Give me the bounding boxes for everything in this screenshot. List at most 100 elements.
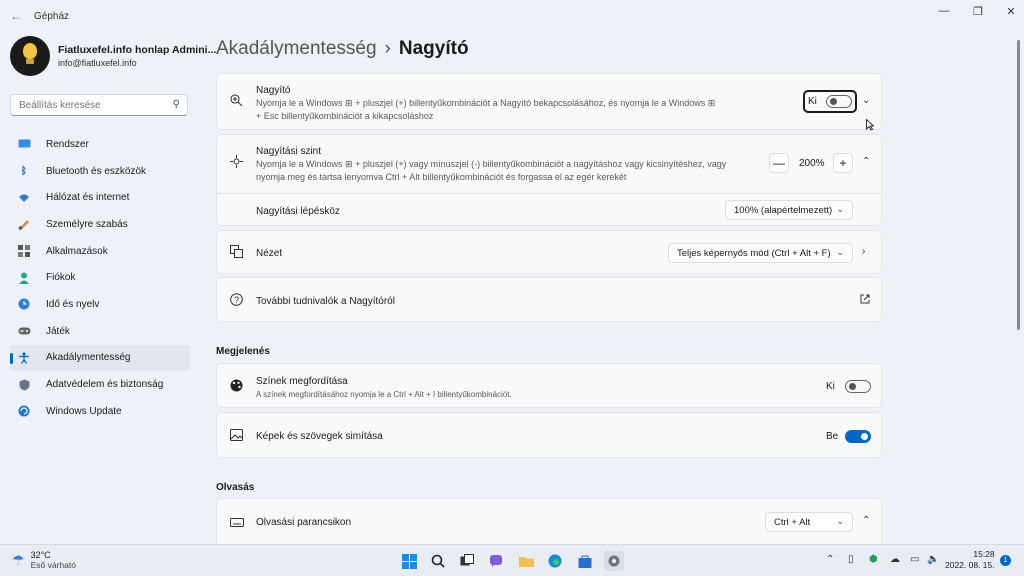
lightbulb-icon [23,43,37,59]
sidebar-item-windows-update[interactable]: Windows Update [10,398,190,425]
chevron-down-icon[interactable]: ⌄ [862,95,870,106]
palette-icon [230,379,243,395]
zoom-title: Nagyítási szint [256,146,322,157]
update-icon [17,404,31,418]
view-value: Teljes képernyős mód (Ctrl + Alt + F) [677,247,831,259]
system-clock[interactable]: 15:28 2022. 08. 15. [945,549,995,571]
sidebar-item-label: Hálózat és internet [46,192,130,204]
chevron-up-icon[interactable]: ⌃ [862,156,870,167]
chat-icon[interactable] [486,551,506,571]
cloud-icon[interactable]: ☁ [890,554,900,565]
reading-dropdown[interactable]: Ctrl + Alt ⌄ [765,512,853,532]
invert-colors-setting[interactable]: Színek megfordítása A színek megfordítás… [216,363,882,408]
sidebar-item-label: Alkalmazások [46,245,108,257]
magnifier-setting[interactable]: Nagyító Nyomja le a Windows ⊞ + pluszjel… [216,73,882,130]
focus-outline [803,90,857,113]
chevron-up-icon[interactable]: ⌃ [826,554,834,565]
sidebar-item-label: Idő és nyelv [46,298,100,310]
weather-description: Eső várható [30,560,76,570]
increment-label: Nagyítási lépésköz [256,206,340,217]
gamepad-icon [17,324,31,338]
close-button[interactable]: ✕ [1000,5,1022,18]
settings-search[interactable]: ⚲ [10,94,188,116]
clock-date: 2022. 08. 15. [945,560,995,570]
sidebar-item-label: Akadálymentesség [46,352,131,364]
notification-badge[interactable]: 1 [1000,555,1011,566]
chevron-up-icon[interactable]: ⌃ [862,515,870,526]
file-explorer-icon[interactable] [516,551,536,571]
sidebar-item-accounts[interactable]: Fiókok [10,264,190,291]
chevron-down-icon: ⌄ [836,516,844,526]
sidebar-item-label: Adatvédelem és biztonság [46,379,164,391]
sidebar-item-personalization[interactable]: Személyre szabás [10,211,190,238]
magnifier-title: Nagyító [256,85,291,96]
bluetooth-icon: ᛒ [21,165,27,177]
sidebar-item-apps[interactable]: Alkalmazások [10,238,190,265]
search-icon[interactable]: ⚲ [173,99,180,110]
scrollbar[interactable] [1017,40,1020,330]
breadcrumb-parent[interactable]: Akadálymentesség [216,38,377,59]
back-arrow-icon[interactable]: ← [10,9,22,23]
usb-icon[interactable]: ▯ [848,554,854,565]
help-icon: ? [230,293,243,309]
sidebar-item-label: Windows Update [46,405,122,417]
smoothing-title: Képek és szövegek simítása [256,431,383,442]
settings-gear-icon[interactable] [604,551,624,571]
invert-desc: A színek megfordításához nyomja le a Ctr… [256,390,512,399]
zoom-move-icon [230,155,243,171]
sidebar-item-label: Játék [46,325,70,337]
security-icon[interactable]: ⬢ [869,554,878,565]
zoom-in-button[interactable]: + [833,153,853,173]
reading-shortcut-setting[interactable]: Olvasási parancsikon Ctrl + Alt ⌄ ⌃ [216,498,882,544]
chevron-down-icon: ⌄ [836,204,844,214]
network-icon[interactable]: ▭ [910,554,919,565]
minimize-button[interactable]: — [933,5,955,17]
maximize-button[interactable]: ❐ [967,5,989,18]
invert-toggle[interactable] [845,380,871,393]
store-icon[interactable] [575,551,595,571]
sidebar-item-accessibility[interactable]: Akadálymentesség [10,344,190,372]
smoothing-toggle-label: Be [826,431,839,442]
chevron-down-icon: ⌄ [836,247,844,257]
avatar [10,36,50,76]
chevron-right-icon[interactable]: › [862,246,865,257]
sidebar-item-label: Személyre szabás [46,218,128,230]
sidebar-item-gaming[interactable]: Játék [10,318,190,345]
reading-value: Ctrl + Alt [774,516,811,528]
volume-icon[interactable]: 🔈 [927,554,939,565]
search-icon[interactable] [428,551,448,571]
increment-value: 100% (alapértelmezett) [734,204,833,216]
section-appearance: Megjelenés [216,346,270,357]
magnifier-zoom-icon [230,94,243,110]
search-input[interactable] [11,95,161,115]
smoothing-setting[interactable]: Képek és szövegek simítása Be [216,412,882,458]
shield-icon [17,378,31,392]
view-dropdown[interactable]: Teljes képernyős mód (Ctrl + Alt + F) ⌄ [668,243,853,263]
view-setting[interactable]: Nézet Teljes képernyős mód (Ctrl + Alt +… [216,230,882,274]
profile-email: info@fiatluxefel.info [58,58,137,68]
taskbar: ☂ 32°C Eső várható ⌃ ▯ ⬢ ☁ ▭ 🔈 15:28 202… [0,544,1024,576]
sidebar-item-system[interactable]: Rendszer [10,131,190,158]
sidebar-item-time-language[interactable]: Idő és nyelv [10,291,190,318]
reading-title: Olvasási parancsikon [256,517,352,528]
mouse-cursor-icon [866,118,875,134]
zoom-out-button[interactable]: — [769,153,789,173]
start-icon[interactable] [399,551,419,571]
user-profile[interactable]: Fiatluxefel.info honlap Admini... info@f… [10,36,216,80]
apps-icon [17,244,31,258]
increment-dropdown[interactable]: 100% (alapértelmezett) ⌄ [725,200,853,220]
sidebar-item-network[interactable]: Hálózat és internet [10,184,190,211]
view-mode-icon [230,245,243,261]
zoom-level-setting: Nagyítási szint Nyomja le a Windows ⊞ + … [216,134,882,226]
smoothing-toggle[interactable] [845,430,871,443]
breadcrumb: Akadálymentesség › Nagyító [216,38,469,60]
task-view-icon[interactable] [457,551,477,571]
svg-text:?: ? [234,295,239,305]
more-info-label: További tudnivalók a Nagyítóról [256,296,395,307]
sidebar-item-privacy[interactable]: Adatvédelem és biztonság [10,371,190,398]
sidebar-item-bluetooth[interactable]: ᛒ Bluetooth és eszközök [10,158,190,185]
external-link-icon[interactable] [860,294,870,307]
edge-icon[interactable] [545,551,565,571]
weather-widget[interactable]: ☂ 32°C Eső várható [12,550,76,570]
more-info-link[interactable]: ? További tudnivalók a Nagyítóról [216,277,882,322]
